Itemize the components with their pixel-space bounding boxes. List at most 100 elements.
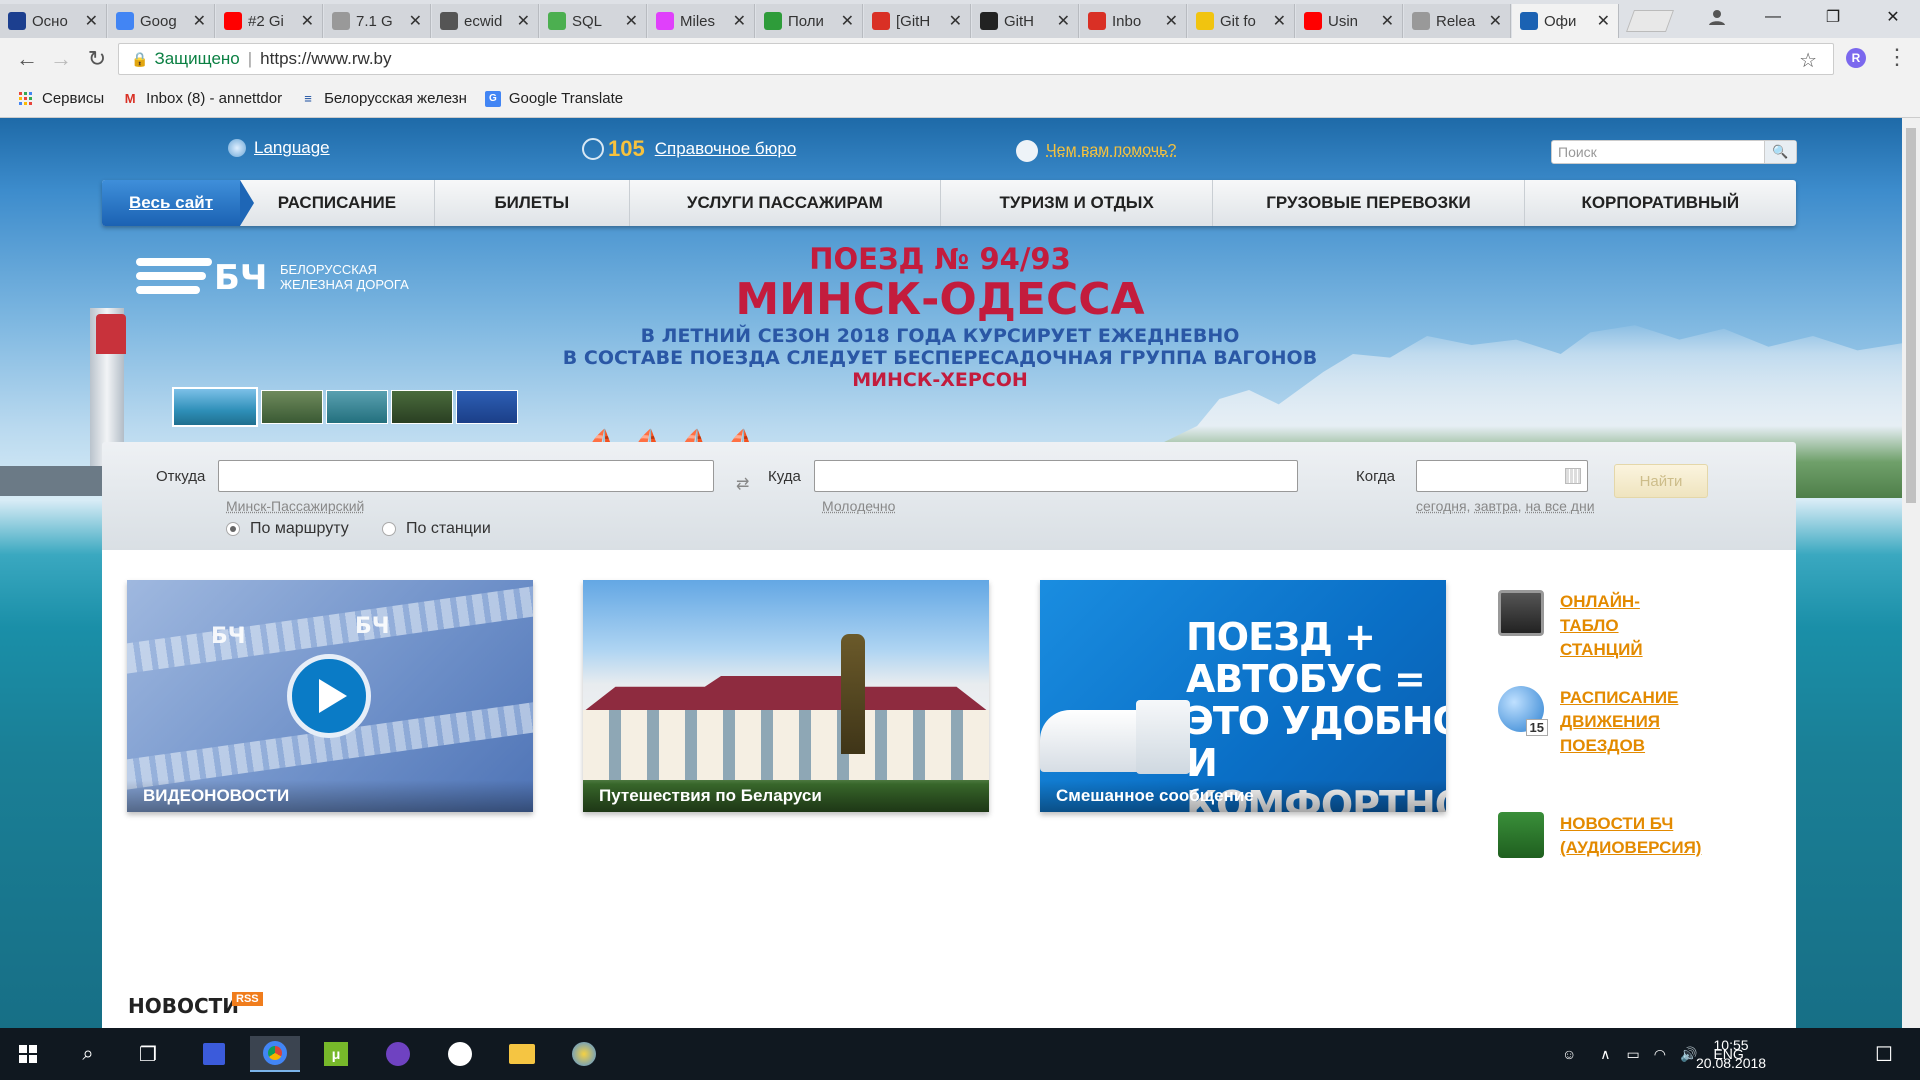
- windows-start-icon[interactable]: [10, 1036, 46, 1072]
- close-tab-icon[interactable]: ✕: [1057, 11, 1070, 31]
- back-icon[interactable]: ←: [14, 46, 40, 72]
- banner-thumbnail[interactable]: [261, 390, 323, 424]
- profile-icon[interactable]: [1694, 0, 1740, 34]
- close-tab-icon[interactable]: ✕: [1273, 11, 1286, 31]
- reload-icon[interactable]: ↻: [84, 46, 110, 72]
- browser-tab[interactable]: ecwid ✕: [432, 4, 539, 38]
- nav-tickets[interactable]: БИЛЕТЫ: [433, 180, 629, 226]
- radio-by-station[interactable]: По станции: [382, 520, 491, 538]
- notifications-icon[interactable]: ☐: [1866, 1036, 1902, 1072]
- side-link-audio-news[interactable]: НОВОСТИ БЧ (АУДИОВЕРСИЯ): [1498, 812, 1701, 860]
- nav-schedule[interactable]: РАСПИСАНИЕ: [240, 180, 434, 226]
- swap-icon[interactable]: ⇄: [736, 474, 749, 494]
- video-news-card[interactable]: БЧ БЧ ВИДЕОНОВОСТИ: [127, 580, 533, 812]
- banner-thumbnail[interactable]: [172, 387, 258, 427]
- rss-badge[interactable]: RSS: [232, 992, 263, 1006]
- side-link-train-schedule[interactable]: 15 РАСПИСАНИЕ ДВИЖЕНИЯ ПОЕЗДОВ: [1498, 686, 1678, 758]
- close-tab-icon[interactable]: ✕: [1381, 11, 1394, 31]
- close-tab-icon[interactable]: ✕: [301, 11, 314, 31]
- nav-all-site[interactable]: Весь сайт: [102, 180, 254, 226]
- close-tab-icon[interactable]: ✕: [841, 11, 854, 31]
- from-hint[interactable]: Минск-Пассажирский: [226, 498, 364, 514]
- close-tab-icon[interactable]: ✕: [193, 11, 206, 31]
- side-link-online-board[interactable]: ОНЛАЙН- ТАБЛО СТАНЦИЙ: [1498, 590, 1643, 662]
- mixed-service-card[interactable]: ПОЕЗД +АВТОБУС =ЭТО УДОБНОИ КОМФОРТНО! С…: [1040, 580, 1446, 812]
- close-tab-icon[interactable]: ✕: [1165, 11, 1178, 31]
- play-icon[interactable]: [287, 654, 371, 738]
- calendar-icon[interactable]: [1565, 468, 1581, 484]
- browser-tab[interactable]: Miles ✕: [648, 4, 755, 38]
- close-tab-icon[interactable]: ✕: [517, 11, 530, 31]
- close-tab-icon[interactable]: ✕: [949, 11, 962, 31]
- help-link[interactable]: Чем вам помочь?: [1016, 140, 1176, 162]
- search-icon[interactable]: 🔍: [1764, 141, 1796, 163]
- close-tab-icon[interactable]: ✕: [85, 11, 98, 31]
- browser-tab[interactable]: Осно ✕: [0, 4, 107, 38]
- browser-tab[interactable]: Goog ✕: [108, 4, 215, 38]
- close-tab-icon[interactable]: ✕: [409, 11, 422, 31]
- taskbar-clock[interactable]: 10:55 20.08.2018: [1696, 1036, 1766, 1072]
- chrome-taskbar-icon[interactable]: [250, 1036, 300, 1072]
- date-input[interactable]: [1416, 460, 1588, 492]
- paint-icon[interactable]: [566, 1036, 602, 1072]
- browser-tab[interactable]: GitH ✕: [972, 4, 1079, 38]
- restore-icon[interactable]: ❐: [1810, 0, 1856, 34]
- banner-thumbnail[interactable]: [391, 390, 453, 424]
- browser-tab[interactable]: 7.1 G ✕: [324, 4, 431, 38]
- browser-tab[interactable]: Поли ✕: [756, 4, 863, 38]
- volume-icon[interactable]: 🔊: [1680, 1046, 1697, 1063]
- task-view-icon[interactable]: ❐: [130, 1036, 166, 1072]
- page-scrollbar-thumb[interactable]: [1906, 128, 1916, 503]
- when-hint-tomorrow[interactable]: завтра: [1474, 498, 1517, 514]
- file-explorer-icon[interactable]: [504, 1036, 540, 1072]
- when-hint-today[interactable]: сегодня: [1416, 498, 1467, 514]
- when-hint-all[interactable]: на все дни: [1525, 498, 1594, 514]
- search-input[interactable]: Поиск: [1552, 144, 1764, 160]
- browser-tab[interactable]: [GitH ✕: [864, 4, 971, 38]
- nav-corporate[interactable]: КОРПОРАТИВНЫЙ: [1523, 180, 1796, 226]
- wifi-icon[interactable]: ◠: [1654, 1046, 1666, 1063]
- browser-tab[interactable]: SQL ✕: [540, 4, 647, 38]
- bookmark-inbox[interactable]: M Inbox (8) - annettdor: [122, 90, 282, 107]
- close-tab-icon[interactable]: ✕: [733, 11, 746, 31]
- people-icon[interactable]: ☺: [1562, 1046, 1576, 1062]
- language-link[interactable]: Language: [228, 138, 330, 158]
- browser-tab[interactable]: Офи ✕: [1512, 4, 1619, 38]
- close-tab-icon[interactable]: ✕: [1597, 11, 1610, 31]
- travel-belarus-card[interactable]: Путешествия по Беларуси: [583, 580, 989, 812]
- omnibox[interactable]: 🔒 Защищено | https://www.rw.by ☆: [118, 43, 1834, 75]
- utorrent-icon[interactable]: μ: [318, 1036, 354, 1072]
- site-logo[interactable]: БЧ Белорусская железная дорога: [136, 254, 409, 300]
- bookmark-services[interactable]: Сервисы: [18, 90, 104, 107]
- find-button[interactable]: Найти: [1614, 464, 1708, 498]
- url-text[interactable]: https://www.rw.by: [260, 49, 391, 69]
- banner-thumbnail[interactable]: [326, 390, 388, 424]
- banner-thumbnail[interactable]: [456, 390, 518, 424]
- app-icon[interactable]: [442, 1036, 478, 1072]
- bookmark-star-icon[interactable]: ☆: [1799, 48, 1817, 73]
- minimize-icon[interactable]: —: [1750, 0, 1796, 34]
- bookmark-google-translate[interactable]: G Google Translate: [484, 90, 623, 107]
- from-input[interactable]: [218, 460, 714, 492]
- browser-tab[interactable]: Inbo ✕: [1080, 4, 1187, 38]
- close-tab-icon[interactable]: ✕: [625, 11, 638, 31]
- bookmark-rw[interactable]: ≡ Белорусская железн: [300, 90, 467, 107]
- show-hidden-icons-icon[interactable]: ∧: [1600, 1046, 1610, 1063]
- close-window-icon[interactable]: ✕: [1870, 0, 1916, 34]
- close-tab-icon[interactable]: ✕: [1489, 11, 1502, 31]
- to-hint[interactable]: Молодечно: [822, 498, 895, 514]
- promo-banner[interactable]: ПОЕЗД № 94/93 МИНСК-ОДЕССА В ЛЕТНИЙ СЕЗО…: [560, 242, 1320, 391]
- forward-icon[interactable]: →: [48, 46, 74, 72]
- search-icon[interactable]: ⌕: [70, 1036, 106, 1072]
- browser-tab[interactable]: Usin ✕: [1296, 4, 1403, 38]
- chrome-menu-icon[interactable]: ⋮: [1886, 44, 1908, 70]
- battery-icon[interactable]: ▭: [1627, 1046, 1640, 1063]
- help-desk[interactable]: 105 Справочное бюро: [582, 136, 796, 162]
- new-tab-button[interactable]: [1625, 10, 1675, 32]
- github-desktop-icon[interactable]: [380, 1036, 416, 1072]
- radio-by-route[interactable]: По маршруту: [226, 520, 349, 538]
- save-disk-icon[interactable]: [196, 1036, 232, 1072]
- browser-tab[interactable]: Git fo ✕: [1188, 4, 1295, 38]
- extension-icon[interactable]: R: [1846, 48, 1866, 68]
- browser-tab[interactable]: #2 Gi ✕: [216, 4, 323, 38]
